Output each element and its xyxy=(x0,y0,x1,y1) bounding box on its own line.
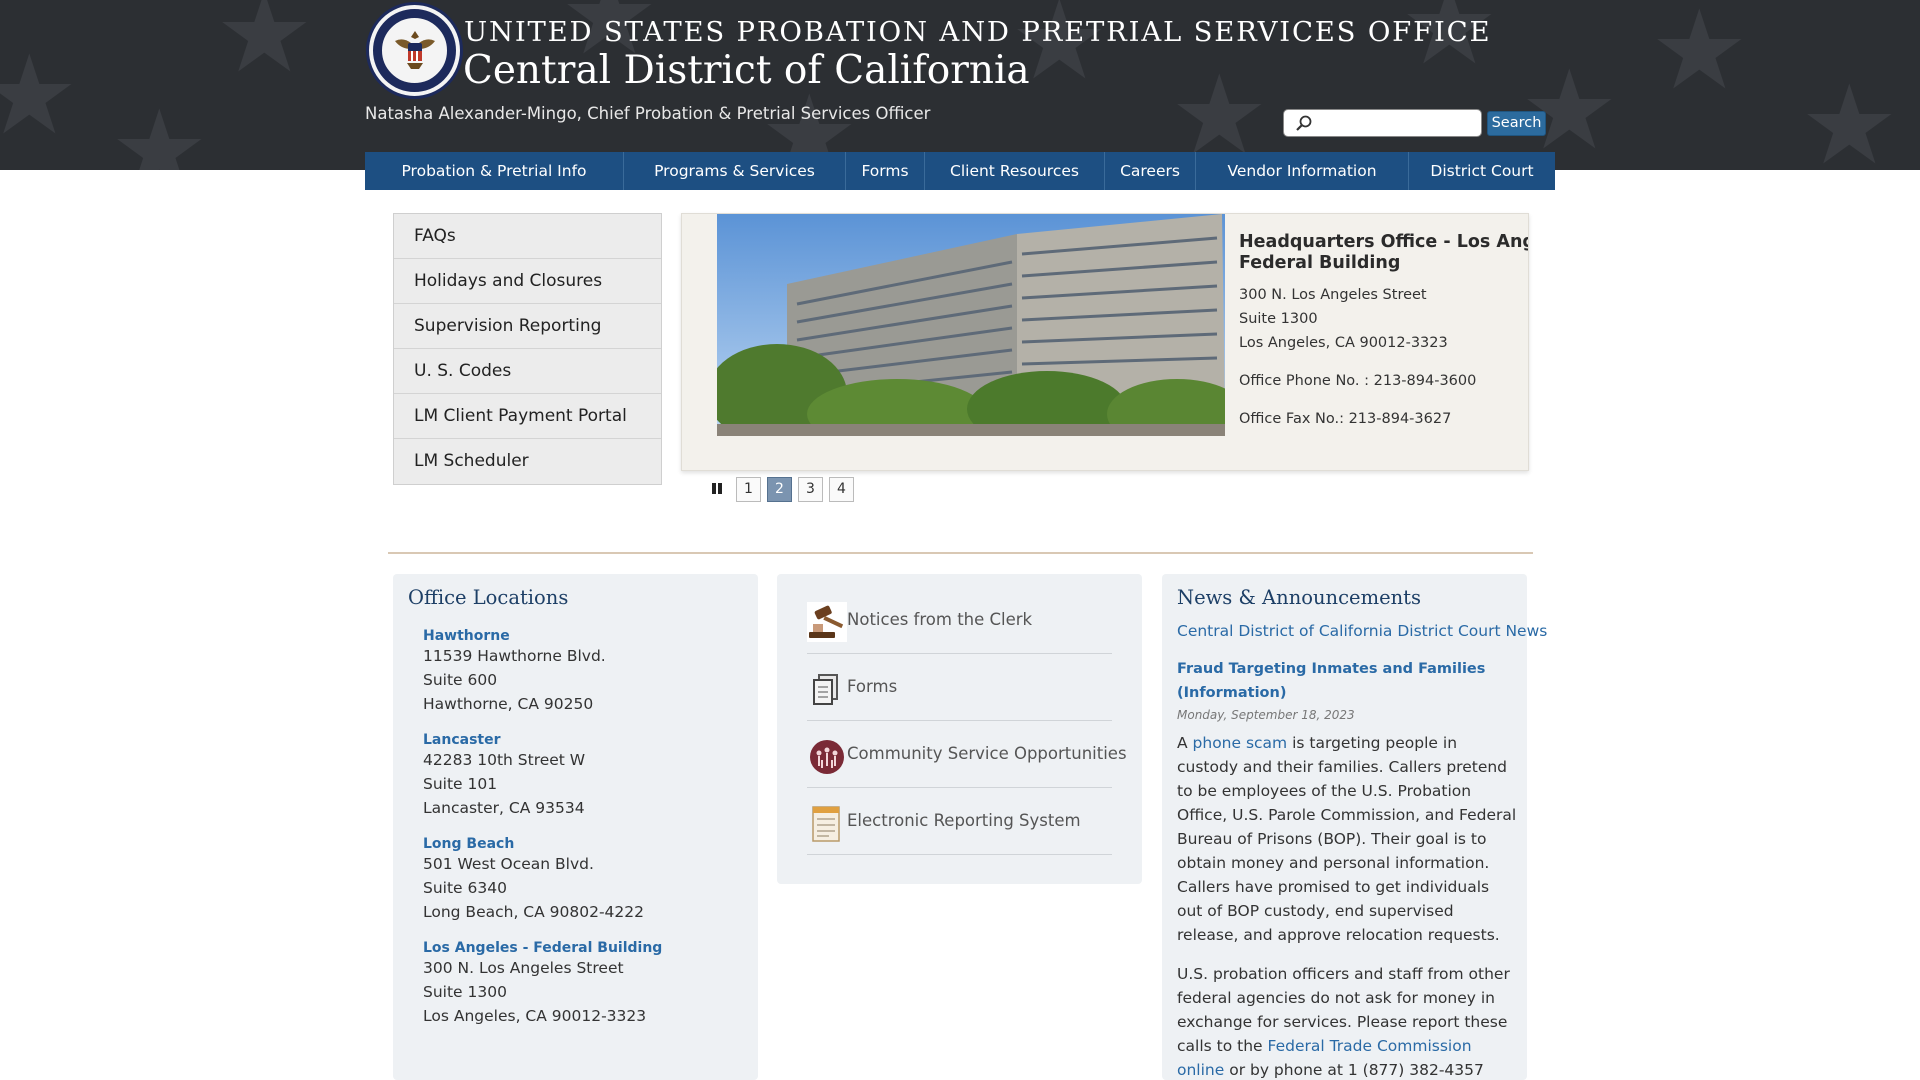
office-address-line: Hawthorne, CA 90250 xyxy=(423,695,594,713)
quicklink-label: Community Service Opportunities xyxy=(847,744,1127,763)
news-paragraph: A phone scam is targeting people in cust… xyxy=(1177,731,1517,947)
office-locations-panel: Office Locations Hawthorne 11539 Hawthor… xyxy=(393,574,758,1080)
news-title: News & Announcements xyxy=(1177,586,1422,609)
quicklink-electronic-reporting[interactable]: Electronic Reporting System xyxy=(807,789,1112,855)
main-nav: Probation & Pretrial Info Programs & Ser… xyxy=(365,152,1555,190)
star-decoration: ★ xyxy=(110,86,209,170)
star-decoration: ★ xyxy=(1520,46,1619,170)
phone-scam-link[interactable]: phone scam xyxy=(1193,734,1288,752)
pager-page-2[interactable]: 2 xyxy=(767,477,792,502)
news-text: is targeting people in custody and their… xyxy=(1177,734,1517,944)
office-entry: Long Beach 501 West Ocean Blvd. Suite 63… xyxy=(423,836,662,924)
quick-links-panel: Notices from the Clerk Forms Community S… xyxy=(777,574,1142,884)
side-menu-holidays-closures[interactable]: Holidays and Closures xyxy=(394,259,661,304)
slide-address-line: 300 N. Los Angeles Street xyxy=(1239,287,1427,303)
nav-client-resources[interactable]: Client Resources xyxy=(925,152,1105,190)
nav-district-court[interactable]: District Court xyxy=(1409,152,1555,190)
news-date: Monday, September 18, 2023 xyxy=(1177,708,1355,722)
star-decoration: ★ xyxy=(1650,0,1749,114)
office-entry: Hawthorne 11539 Hawthorne Blvd. Suite 60… xyxy=(423,628,662,716)
office-entry: Los Angeles - Federal Building 300 N. Lo… xyxy=(423,940,662,1028)
office-locations-title: Office Locations xyxy=(408,586,569,609)
office-address-line: Los Angeles, CA 90012-3323 xyxy=(423,1007,647,1025)
nav-probation-pretrial-info[interactable]: Probation & Pretrial Info xyxy=(365,152,624,190)
office-entry: Lancaster 42283 10th Street W Suite 101 … xyxy=(423,732,662,820)
quicklink-community-service[interactable]: Community Service Opportunities xyxy=(807,722,1127,788)
documents-icon xyxy=(813,674,838,705)
nav-careers[interactable]: Careers xyxy=(1105,152,1196,190)
side-menu-faqs[interactable]: FAQs xyxy=(394,214,661,259)
quicklink-label: Forms xyxy=(847,677,898,696)
slide-title-line: Headquarters Office - Los Angeles xyxy=(1239,232,1528,252)
office-name-link[interactable]: Hawthorne xyxy=(423,628,662,644)
gavel-icon xyxy=(807,602,847,642)
office-address-line: Suite 1300 xyxy=(423,983,507,1001)
district-title[interactable]: Central District of California xyxy=(463,48,1030,93)
agency-seal-logo[interactable] xyxy=(366,2,463,99)
star-decoration: ★ xyxy=(0,31,79,159)
search-icon xyxy=(1296,115,1312,131)
office-address-line: Suite 6340 xyxy=(423,879,507,897)
news-text: A xyxy=(1177,734,1193,752)
slide-fax: Office Fax No.: 213-894-3627 xyxy=(1239,411,1452,427)
news-headline-line[interactable]: (Information) xyxy=(1177,681,1517,705)
office-address-line: Suite 600 xyxy=(423,671,498,689)
news-text: or by phone at 1 (877) 382-4357 (9:00 a.… xyxy=(1229,1061,1484,1079)
star-decoration: ★ xyxy=(215,0,314,97)
office-address-line: 501 West Ocean Blvd. xyxy=(423,855,594,873)
chief-officer-name: Natasha Alexander-Mingo, Chief Probation… xyxy=(365,104,931,123)
agency-name: UNITED STATES PROBATION AND PRETRIAL SER… xyxy=(464,16,1492,48)
pager-page-1[interactable]: 1 xyxy=(736,477,761,502)
news-paragraph: U.S. probation officers and staff from o… xyxy=(1177,962,1517,1080)
slide-phone: Office Phone No. : 213-894-3600 xyxy=(1239,373,1477,389)
nav-programs-services[interactable]: Programs & Services xyxy=(624,152,846,190)
site-header: ★ ★ ★ ★ ★ ★ ★ ★ ★ ★ ★ UNITED STATES PROB… xyxy=(0,0,1920,170)
eagle-icon xyxy=(395,31,435,69)
side-menu-lm-scheduler[interactable]: LM Scheduler xyxy=(394,439,661,484)
section-divider xyxy=(388,552,1533,554)
office-address-line: 300 N. Los Angeles Street xyxy=(423,959,624,977)
office-address-line: Long Beach, CA 90802-4222 xyxy=(423,903,645,921)
quicklink-label: Notices from the Clerk xyxy=(847,610,1033,629)
side-menu: FAQs Holidays and Closures Supervision R… xyxy=(393,213,662,485)
quicklink-notices-from-clerk[interactable]: Notices from the Clerk xyxy=(807,588,1112,654)
slide-info: Headquarters Office - Los Angeles Federa… xyxy=(1239,232,1528,431)
pager-page-4[interactable]: 4 xyxy=(829,477,854,502)
quicklink-forms[interactable]: Forms xyxy=(807,655,1112,721)
community-icon xyxy=(810,740,844,774)
side-menu-lm-client-payment-portal[interactable]: LM Client Payment Portal xyxy=(394,394,661,439)
search-button[interactable]: Search xyxy=(1487,111,1546,136)
district-court-news-link[interactable]: Central District of California District … xyxy=(1177,619,1547,643)
side-menu-us-codes[interactable]: U. S. Codes xyxy=(394,349,661,394)
nav-vendor-information[interactable]: Vendor Information xyxy=(1196,152,1409,190)
office-slideshow: Headquarters Office - Los Angeles Federa… xyxy=(681,213,1529,471)
office-name-link[interactable]: Long Beach xyxy=(423,836,662,852)
pager-page-3[interactable]: 3 xyxy=(798,477,823,502)
federal-building-photo[interactable] xyxy=(717,214,1225,436)
office-name-link[interactable]: Lancaster xyxy=(423,732,662,748)
slide-address-line: Los Angeles, CA 90012-3323 xyxy=(1239,335,1448,351)
slide-title: Headquarters Office - Los Angeles Federa… xyxy=(1239,232,1528,274)
pause-icon xyxy=(712,483,722,494)
office-address-line: 42283 10th Street W xyxy=(423,751,586,769)
search-box[interactable] xyxy=(1283,109,1482,137)
news-headline[interactable]: Fraud Targeting Inmates and Families (In… xyxy=(1177,657,1517,705)
office-address-line: Lancaster, CA 93534 xyxy=(423,799,585,817)
slide-title-line: Federal Building xyxy=(1239,253,1401,273)
nav-forms[interactable]: Forms xyxy=(846,152,925,190)
slide-pager: 1 2 3 4 xyxy=(705,477,854,502)
slide-address-line: Suite 1300 xyxy=(1239,311,1318,327)
pause-button[interactable] xyxy=(705,477,730,502)
star-decoration: ★ xyxy=(1800,61,1899,170)
news-panel: News & Announcements Central District of… xyxy=(1162,574,1547,1080)
search-input[interactable] xyxy=(1318,113,1476,133)
office-name-link[interactable]: Los Angeles - Federal Building xyxy=(423,940,662,956)
side-menu-supervision-reporting[interactable]: Supervision Reporting xyxy=(394,304,661,349)
news-headline-line[interactable]: Fraud Targeting Inmates and Families xyxy=(1177,657,1517,681)
office-address-line: 11539 Hawthorne Blvd. xyxy=(423,647,606,665)
quicklink-label: Electronic Reporting System xyxy=(847,811,1081,830)
notepad-icon xyxy=(812,806,840,842)
office-address-line: Suite 101 xyxy=(423,775,498,793)
